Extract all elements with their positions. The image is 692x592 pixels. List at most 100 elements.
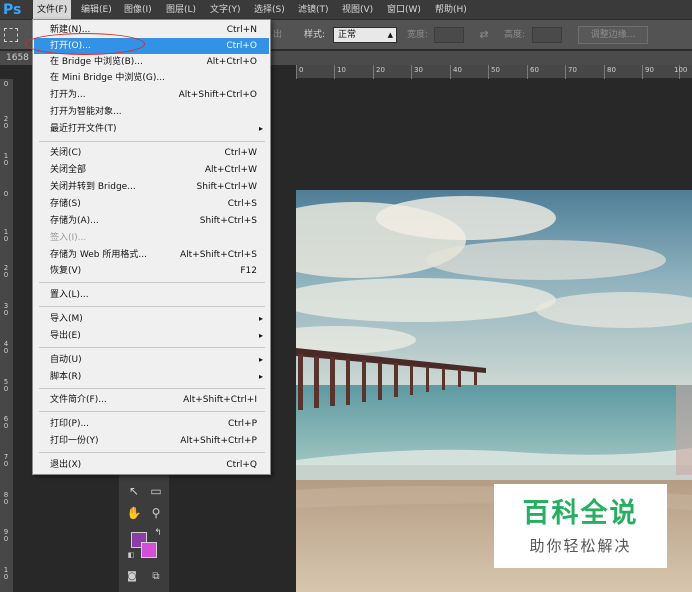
menu-item-shortcut: Alt+Shift+Ctrl+O [178,90,257,100]
menu-item-open-as[interactable]: 打开为... Alt+Shift+Ctrl+O [34,87,269,103]
menu-item-close-all[interactable]: 关闭全部 Alt+Ctrl+W [34,162,269,178]
height-label: 高度: [504,30,526,40]
menu-item-export[interactable]: 导出(E) ▸ [34,328,269,344]
menu-item-label: 文件简介(F)... [50,395,107,405]
menu-item-save[interactable]: 存储(S) Ctrl+S [34,196,269,212]
menu-separator [39,282,265,283]
height-input[interactable] [532,27,562,43]
ruler-label: 0 [299,66,304,74]
ruler-tick [488,65,489,79]
menu-type[interactable]: 文字(Y) [206,0,245,20]
menu-item-browse-mini-bridge[interactable]: 在 Mini Bridge 中浏览(G)... [34,70,269,86]
menu-item-label: 打开为智能对象... [50,107,122,117]
default-colors-icon[interactable]: ◧ [122,546,140,564]
menu-item-browse-bridge[interactable]: 在 Bridge 中浏览(B)... Alt+Ctrl+O [34,54,269,70]
menu-item-shortcut: Ctrl+S [227,199,257,209]
swap-colors-icon[interactable]: ↰ [149,524,167,542]
swap-dimensions-icon[interactable]: ⇄ [477,27,491,43]
ruler-label: 1 0 [3,228,9,243]
ruler-label: 30 [414,66,423,74]
background-color-swatch[interactable] [141,542,157,558]
marquee-tool-icon[interactable] [4,28,18,42]
menu-item-shortcut: F12 [240,266,257,276]
ruler-label: 100 [674,66,688,74]
menu-layer[interactable]: 图层(L) [162,0,200,20]
ruler-label: 7 0 [3,453,9,468]
menu-item-place[interactable]: 置入(L)... [34,287,269,303]
menu-item-shortcut: Ctrl+Q [226,460,257,470]
zoom-tool-icon[interactable]: ⚲ [147,504,165,522]
width-input[interactable] [434,27,464,43]
style-select-value: 正常 [338,30,357,40]
menu-item-shortcut: Shift+Ctrl+S [199,216,257,226]
menu-item-shortcut: Alt+Shift+Ctrl+P [180,436,257,446]
highlight-annotation-ellipse [25,33,145,55]
menu-separator [39,141,265,142]
menu-view[interactable]: 视图(V) [338,0,377,20]
menu-item-scripts[interactable]: 脚本(R) ▸ [34,369,269,385]
document-tab[interactable]: 1658 [6,51,29,65]
refine-edge-button[interactable]: 调整边缘... [578,26,648,44]
submenu-arrow-icon: ▸ [258,331,263,340]
vertical-ruler: 0 2 0 1 0 0 1 0 2 0 3 0 4 0 5 0 6 0 7 0 … [0,79,14,592]
menu-window[interactable]: 窗口(W) [383,0,425,20]
ruler-tick [604,65,605,79]
menu-item-label: 导入(M) [50,314,83,324]
watermark-subtitle: 助你轻松解决 [529,537,632,555]
move-tool-icon[interactable]: ↖ [125,482,143,500]
menu-item-recent-files[interactable]: 最近打开文件(T) ▸ [34,121,269,137]
quick-mask-icon[interactable]: ◙ [123,568,141,586]
menu-item-open-smart-object[interactable]: 打开为智能对象... [34,104,269,120]
screen-mode-icon[interactable]: ⧉ [147,568,165,586]
menu-item-check-in: 签入(I)... [34,230,269,246]
style-select[interactable]: 正常 ▲ [333,27,397,43]
ruler-tick [334,65,335,79]
ruler-label: 2 0 [3,115,9,130]
horizontal-ruler: 0 10 20 30 40 50 60 70 80 90 100 [296,65,692,79]
menu-separator [39,388,265,389]
menu-item-label: 签入(I)... [50,233,87,243]
menu-item-label: 置入(L)... [50,290,89,300]
watermark-logo: 百科全说 助你轻松解决 [494,484,667,568]
submenu-arrow-icon: ▸ [258,372,263,381]
menu-item-label: 在 Mini Bridge 中浏览(G)... [50,73,165,83]
ruler-label: 1 0 [3,152,9,167]
menu-item-label: 脚本(R) [50,372,82,382]
menu-item-file-info[interactable]: 文件简介(F)... Alt+Shift+Ctrl+I [34,392,269,408]
menu-select[interactable]: 选择(S) [250,0,289,20]
menu-item-import[interactable]: 导入(M) ▸ [34,311,269,327]
menu-item-close[interactable]: 关闭(C) Ctrl+W [34,145,269,161]
menu-help[interactable]: 帮助(H) [431,0,471,20]
menu-item-shortcut: Ctrl+P [228,419,257,429]
tools-panel: ↖ ▭ ✋ ⚲ ↰ ◧ ◙ ⧉ [118,470,170,592]
rectangle-tool-icon[interactable]: ▭ [147,482,165,500]
menu-item-label: 退出(X) [50,460,82,470]
menu-item-automate[interactable]: 自动(U) ▸ [34,352,269,368]
menu-item-save-as[interactable]: 存储为(A)... Shift+Ctrl+S [34,213,269,229]
menu-item-print[interactable]: 打印(P)... Ctrl+P [34,416,269,432]
menu-edit[interactable]: 编辑(E) [77,0,116,20]
ruler-label: 0 [3,190,9,198]
menu-item-label: 打印一份(Y) [50,436,99,446]
menu-item-shortcut: Alt+Shift+Ctrl+I [183,395,257,405]
ruler-label: 90 [645,66,654,74]
hand-tool-icon[interactable]: ✋ [125,504,143,522]
menu-file[interactable]: 文件(F) [33,0,72,20]
menu-separator [39,347,265,348]
menu-item-label: 导出(E) [50,331,81,341]
menu-item-save-for-web[interactable]: 存储为 Web 所用格式... Alt+Shift+Ctrl+S [34,247,269,263]
menu-item-print-one-copy[interactable]: 打印一份(Y) Alt+Shift+Ctrl+P [34,433,269,449]
menu-image[interactable]: 图像(I) [120,0,156,20]
menu-item-label: 最近打开文件(T) [50,124,117,134]
ruler-label: 3 0 [3,302,9,317]
ruler-tick [296,65,297,79]
ruler-tick [527,65,528,79]
menu-item-label: 关闭并转到 Bridge... [50,182,136,192]
menu-item-revert[interactable]: 恢复(V) F12 [34,263,269,279]
ruler-label: 60 [530,66,539,74]
menu-filter[interactable]: 滤镜(T) [294,0,333,20]
menu-item-label: 关闭全部 [50,165,87,175]
menu-item-close-go-bridge[interactable]: 关闭并转到 Bridge... Shift+Ctrl+W [34,179,269,195]
submenu-arrow-icon: ▸ [258,314,263,323]
menu-item-exit[interactable]: 退出(X) Ctrl+Q [34,457,269,473]
